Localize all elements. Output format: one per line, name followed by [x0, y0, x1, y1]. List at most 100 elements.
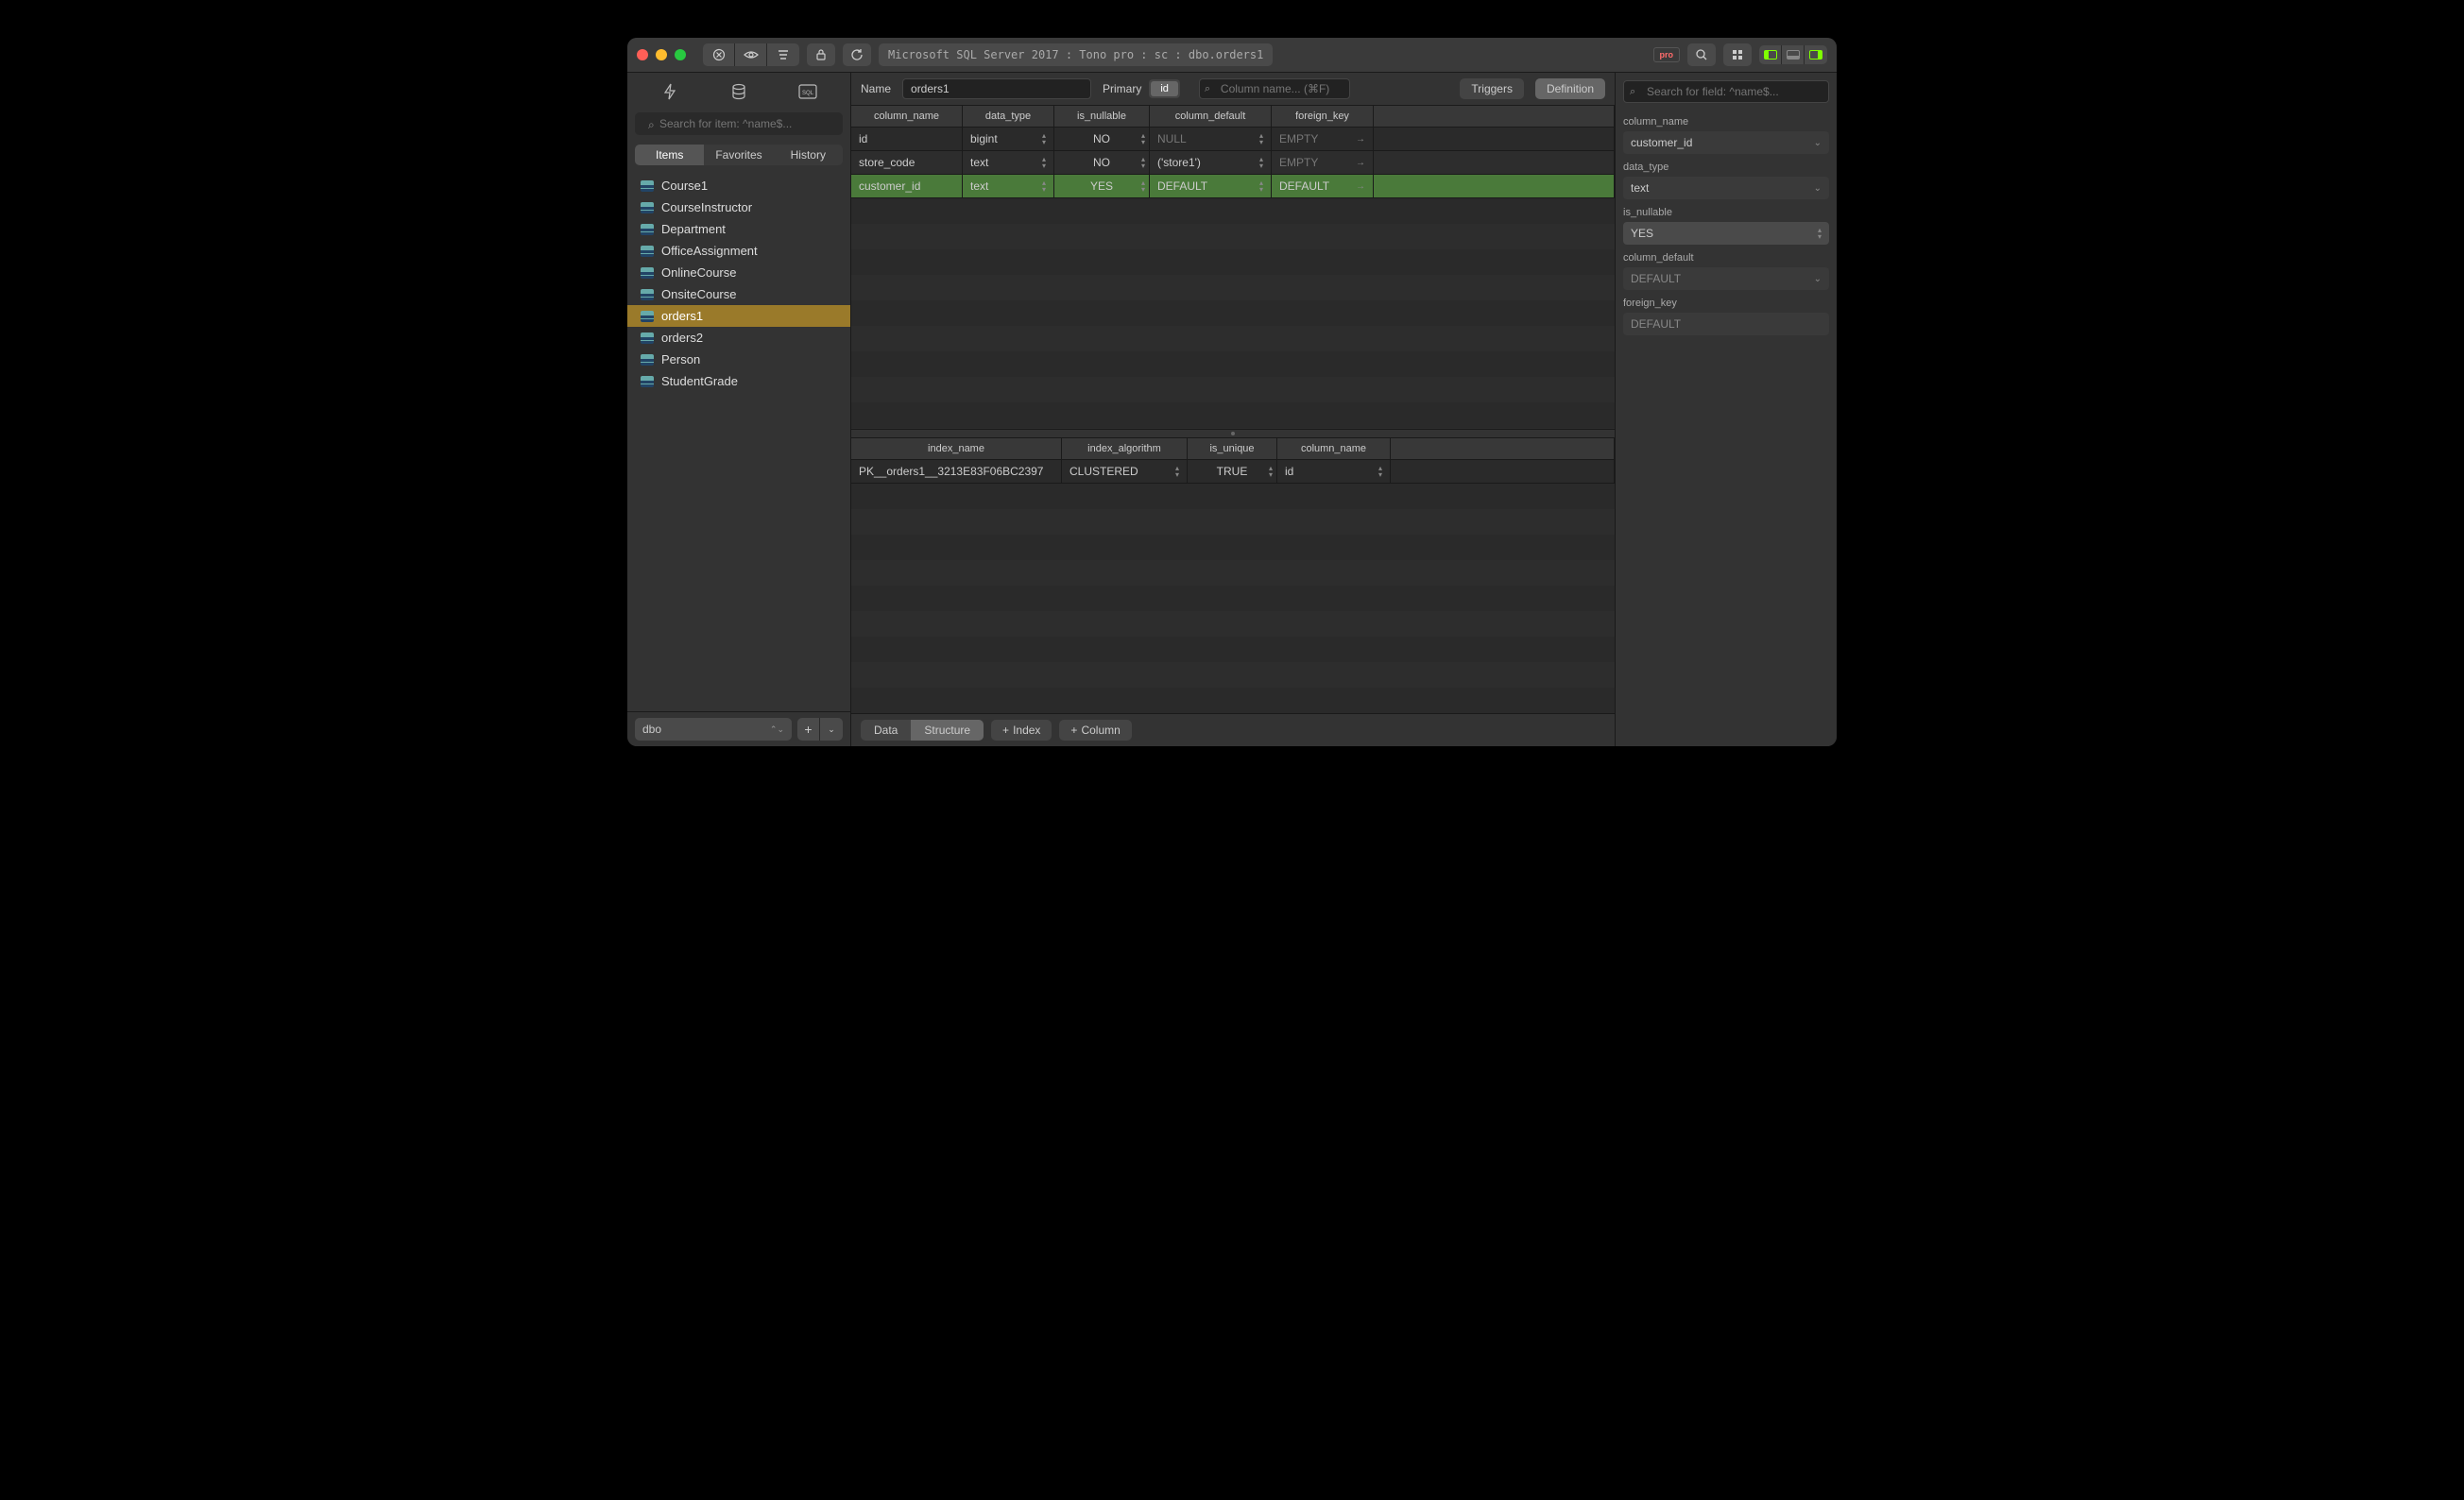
sidebar-item[interactable]: OnlineCourse: [627, 262, 850, 283]
sidebar-item[interactable]: OfficeAssignment: [627, 240, 850, 262]
schema-select[interactable]: dbo⌃⌄: [635, 718, 792, 741]
filter-icon[interactable]: [767, 43, 799, 66]
cell-is-nullable[interactable]: NO▴▾: [1054, 151, 1150, 174]
cell-data-type[interactable]: text▴▾: [963, 151, 1054, 174]
header-is-unique[interactable]: is_unique: [1188, 438, 1277, 459]
sidebar-item[interactable]: orders2: [627, 327, 850, 349]
database-icon[interactable]: [710, 78, 767, 105]
sql-icon[interactable]: SQL: [779, 78, 836, 105]
add-index-button[interactable]: +Index: [991, 720, 1052, 741]
add-button[interactable]: +: [797, 718, 820, 741]
structure-tab[interactable]: Structure: [911, 720, 984, 741]
svg-text:SQL: SQL: [802, 91, 814, 96]
toggle-bottom-panel[interactable]: [1782, 45, 1805, 64]
stepper-icon[interactable]: ▴▾: [1042, 179, 1046, 193]
inspector-search-input[interactable]: [1623, 80, 1829, 103]
minimize-window[interactable]: [656, 49, 667, 60]
inspector-foreign-key-field[interactable]: DEFAULT: [1623, 313, 1829, 335]
stepper-icon[interactable]: ▴▾: [1175, 465, 1179, 478]
definition-button[interactable]: Definition: [1535, 78, 1605, 99]
header-index-column[interactable]: column_name: [1277, 438, 1391, 459]
table-name-input[interactable]: [902, 78, 1091, 99]
sidebar-search-input[interactable]: [635, 112, 843, 135]
stepper-icon[interactable]: ▴▾: [1378, 465, 1382, 478]
eye-icon[interactable]: [735, 43, 767, 66]
cell-is-unique[interactable]: TRUE▴▾: [1188, 460, 1277, 483]
cell-is-nullable[interactable]: NO▴▾: [1054, 128, 1150, 150]
cell-data-type[interactable]: text▴▾: [963, 175, 1054, 197]
lock-icon[interactable]: [807, 43, 835, 66]
breadcrumb[interactable]: Microsoft SQL Server 2017 : Tono pro : s…: [879, 43, 1273, 66]
filter-items[interactable]: Items: [635, 145, 704, 165]
header-column-name[interactable]: column_name: [851, 106, 963, 127]
refresh-icon[interactable]: [843, 43, 871, 66]
sidebar-item[interactable]: orders1: [627, 305, 850, 327]
index-row[interactable]: PK__orders1__3213E83F06BC2397 CLUSTERED▴…: [851, 460, 1615, 484]
stepper-icon[interactable]: ▴▾: [1141, 132, 1145, 145]
close-window[interactable]: [637, 49, 648, 60]
grid-icon[interactable]: [1723, 43, 1752, 66]
search-icon[interactable]: [1687, 43, 1716, 66]
cell-column-name[interactable]: id: [851, 128, 963, 150]
header-is-nullable[interactable]: is_nullable: [1054, 106, 1150, 127]
arrow-right-icon[interactable]: →: [1356, 181, 1365, 192]
column-row[interactable]: customer_id text▴▾ YES▴▾ DEFAULT▴▾ DEFAU…: [851, 175, 1615, 198]
stepper-icon[interactable]: ▴▾: [1269, 465, 1273, 478]
filter-history[interactable]: History: [774, 145, 843, 165]
cell-index-column[interactable]: id▴▾: [1277, 460, 1391, 483]
filter-favorites[interactable]: Favorites: [704, 145, 773, 165]
sidebar-item[interactable]: Department: [627, 218, 850, 240]
header-index-algorithm[interactable]: index_algorithm: [1062, 438, 1188, 459]
column-row[interactable]: id bigint▴▾ NO▴▾ NULL▴▾ EMPTY→: [851, 128, 1615, 151]
horizontal-splitter[interactable]: [851, 429, 1615, 438]
stepper-icon[interactable]: ▴▾: [1141, 179, 1145, 193]
header-column-default[interactable]: column_default: [1150, 106, 1272, 127]
stepper-icon[interactable]: ▴▾: [1042, 132, 1046, 145]
cell-column-default[interactable]: ('store1')▴▾: [1150, 151, 1272, 174]
primary-key-field[interactable]: id: [1149, 79, 1180, 98]
stepper-icon[interactable]: ▴▾: [1141, 156, 1145, 169]
cell-column-default[interactable]: DEFAULT▴▾: [1150, 175, 1272, 197]
cell-foreign-key[interactable]: EMPTY→: [1272, 128, 1374, 150]
add-column-button[interactable]: +Column: [1059, 720, 1131, 741]
header-foreign-key[interactable]: foreign_key: [1272, 106, 1374, 127]
cancel-icon[interactable]: [703, 43, 735, 66]
triggers-button[interactable]: Triggers: [1460, 78, 1524, 99]
zoom-window[interactable]: [675, 49, 686, 60]
bolt-icon[interactable]: [642, 78, 698, 105]
cell-column-default[interactable]: NULL▴▾: [1150, 128, 1272, 150]
arrow-right-icon[interactable]: →: [1356, 158, 1365, 168]
data-tab[interactable]: Data: [861, 720, 911, 741]
header-data-type[interactable]: data_type: [963, 106, 1054, 127]
sidebar-item[interactable]: StudentGrade: [627, 370, 850, 392]
cell-foreign-key[interactable]: DEFAULT→: [1272, 175, 1374, 197]
inspector-is-nullable-field[interactable]: YES▴▾: [1623, 222, 1829, 245]
cell-data-type[interactable]: bigint▴▾: [963, 128, 1054, 150]
sidebar-item[interactable]: Course1: [627, 175, 850, 196]
stepper-icon[interactable]: ▴▾: [1259, 132, 1263, 145]
cell-column-name[interactable]: store_code: [851, 151, 963, 174]
sidebar-item[interactable]: Person: [627, 349, 850, 370]
arrow-right-icon[interactable]: →: [1356, 134, 1365, 145]
cell-foreign-key[interactable]: EMPTY→: [1272, 151, 1374, 174]
toggle-right-panel[interactable]: [1805, 45, 1827, 64]
add-menu-button[interactable]: ⌄: [820, 718, 843, 741]
sidebar-item[interactable]: OnsiteCourse: [627, 283, 850, 305]
sidebar-item[interactable]: CourseInstructor: [627, 196, 850, 218]
column-search-input[interactable]: [1199, 78, 1350, 99]
inspector-column-name-field[interactable]: customer_id⌄: [1623, 131, 1829, 154]
stepper-icon[interactable]: ▴▾: [1259, 179, 1263, 193]
inspector-data-type-field[interactable]: text⌄: [1623, 177, 1829, 199]
cell-index-algorithm[interactable]: CLUSTERED▴▾: [1062, 460, 1188, 483]
cell-column-name[interactable]: customer_id: [851, 175, 963, 197]
header-index-name[interactable]: index_name: [851, 438, 1062, 459]
stepper-icon[interactable]: ▴▾: [1042, 156, 1046, 169]
cell-is-nullable[interactable]: YES▴▾: [1054, 175, 1150, 197]
toggle-left-panel[interactable]: [1759, 45, 1782, 64]
inspector-column-default-field[interactable]: DEFAULT⌄: [1623, 267, 1829, 290]
cell-spacer: [1374, 128, 1615, 150]
stepper-icon[interactable]: ▴▾: [1259, 156, 1263, 169]
stepper-icon[interactable]: ▴▾: [1818, 227, 1822, 240]
cell-index-name[interactable]: PK__orders1__3213E83F06BC2397: [851, 460, 1062, 483]
column-row[interactable]: store_code text▴▾ NO▴▾ ('store1')▴▾ EMPT…: [851, 151, 1615, 175]
